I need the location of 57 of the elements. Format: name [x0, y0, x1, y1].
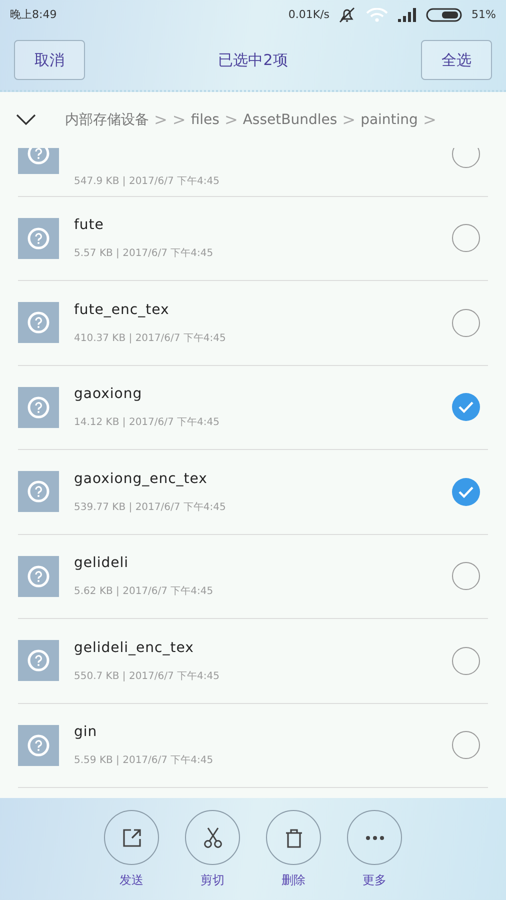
breadcrumb-separator: > [224, 109, 238, 131]
clock: 晚上8:49 [10, 6, 57, 23]
selection-title: 已选中2项 [218, 50, 288, 71]
select-all-button[interactable]: 全选 [420, 40, 492, 80]
file-details: 547.9 KB | 2017/6/7 下午4:45 [74, 175, 220, 190]
battery-icon [426, 8, 464, 22]
file-name: gelideli_enc_tex [74, 638, 195, 658]
checkmark-icon [458, 486, 474, 498]
file-name: gaoxiong_enc_tex [74, 470, 208, 489]
select-checkbox[interactable] [452, 308, 480, 337]
file-name: fute_enc_tex [74, 300, 170, 320]
select-checkbox[interactable] [452, 478, 480, 506]
delete-button[interactable] [266, 810, 321, 865]
cut-button[interactable] [185, 810, 240, 865]
select-checkbox[interactable] [452, 148, 480, 168]
network-speed: 0.01K/s [288, 6, 330, 23]
breadcrumb-folder[interactable]: AssetBundles [242, 110, 338, 130]
file-details: 5.57 KB | 2017/6/7 下午4:45 [74, 247, 214, 262]
select-checkbox[interactable] [452, 646, 480, 675]
more-button[interactable] [347, 810, 402, 865]
cancel-button[interactable]: 取消 [14, 40, 85, 80]
collapse-chevron-icon[interactable] [16, 114, 36, 126]
more-icon [364, 834, 384, 840]
battery-percent: 51% [472, 6, 496, 23]
action-label: 更多 [362, 872, 386, 889]
checkmark-icon [458, 401, 474, 414]
action-label: 发送 [120, 872, 144, 889]
file-details: 5.59 KB | 2017/6/7 下午4:45 [74, 754, 214, 768]
file-details: 550.7 KB | 2017/6/7 下午4:45 [74, 670, 220, 684]
breadcrumb-folder[interactable]: painting [360, 110, 418, 130]
signal-icon [398, 8, 418, 22]
wifi-icon [366, 8, 388, 22]
muted-bell-icon [338, 6, 356, 24]
action-label: 剪切 [200, 872, 224, 889]
select-checkbox[interactable] [452, 393, 480, 422]
file-name: gaoxiong [74, 385, 144, 404]
trash-icon [284, 828, 302, 848]
breadcrumb-separator: > [172, 109, 186, 131]
breadcrumb-folder[interactable]: 内部存储设备 [65, 110, 149, 130]
file-details: 539.77 KB | 2017/6/7 下午4:45 [74, 500, 227, 515]
breadcrumb-separator: > [422, 109, 436, 131]
file-details: 14.12 KB | 2017/6/7 下午4:45 [74, 416, 220, 430]
select-checkbox[interactable] [452, 731, 480, 760]
share-icon [122, 828, 142, 848]
select-checkbox[interactable] [452, 224, 480, 252]
select-checkbox[interactable] [452, 562, 480, 590]
send-button[interactable] [104, 810, 159, 865]
breadcrumb-separator: > [154, 109, 168, 131]
file-details: 5.62 KB | 2017/6/7 下午4:45 [74, 585, 214, 600]
file-name: gelideli [74, 554, 130, 574]
scissors-icon [202, 826, 222, 848]
breadcrumb-folder[interactable]: files [190, 110, 220, 130]
file-name: fute [74, 216, 105, 236]
file-name: gin [74, 723, 98, 742]
breadcrumb-separator: > [342, 109, 356, 131]
action-label: 删除 [282, 872, 306, 889]
file-details: 410.37 KB | 2017/6/7 下午4:45 [74, 332, 227, 346]
